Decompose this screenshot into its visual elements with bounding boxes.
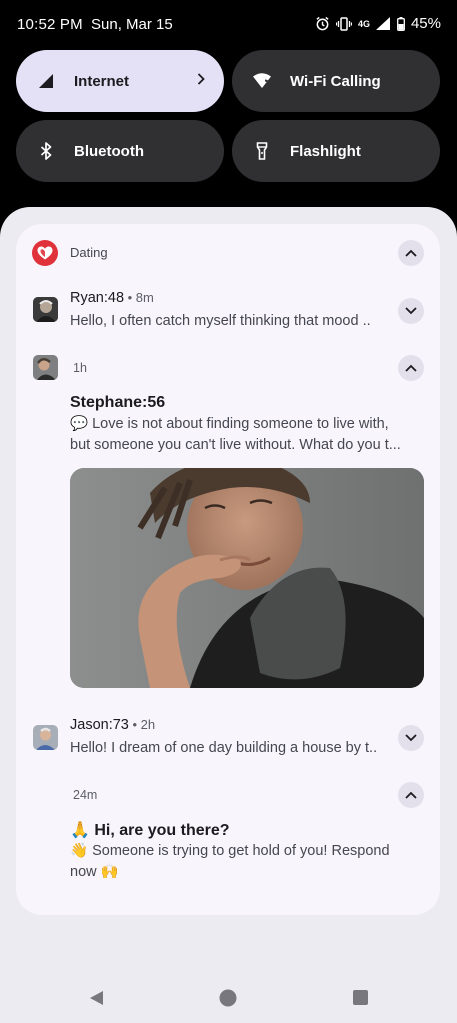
vibrate-icon: [335, 16, 352, 31]
expand-button[interactable]: [398, 725, 424, 751]
sender-stephane: Stephane:56: [70, 394, 166, 411]
wifi-calling-icon: [252, 71, 272, 91]
alert-text: 👋 Someone is trying to get hold of you! …: [70, 843, 390, 880]
date: Sun, Mar 15: [91, 16, 173, 33]
flashlight-icon: [252, 141, 272, 161]
avatar-stephane: [33, 355, 58, 380]
home-icon[interactable]: [219, 989, 237, 1012]
chevron-down-icon: [405, 729, 417, 747]
collapse-button[interactable]: [398, 355, 424, 381]
app-name: Dating: [70, 245, 108, 260]
chevron-up-icon: [405, 786, 417, 804]
message-time: 1h: [73, 361, 87, 375]
navigation-bar: [0, 973, 457, 1023]
message-text: Hello! I dream of one day building a hou…: [70, 740, 378, 756]
chevron-up-icon: [405, 359, 417, 377]
message-time: 8m: [135, 290, 154, 305]
collapse-button[interactable]: [398, 782, 424, 808]
bluetooth-icon: [36, 141, 56, 161]
status-icons: 4G 45%: [315, 15, 441, 32]
signal-icon: [375, 17, 391, 30]
back-icon[interactable]: [87, 989, 105, 1012]
sender-name: Jason:73: [70, 717, 129, 733]
flashlight-label: Flashlight: [290, 142, 361, 160]
chevron-right-icon[interactable]: [196, 72, 206, 91]
internet-label: Internet: [74, 72, 130, 90]
collapse-button[interactable]: [398, 240, 424, 266]
message-text: 💬 Love is not about finding someone to l…: [70, 416, 401, 453]
recents-icon[interactable]: [352, 989, 369, 1011]
chevron-down-icon: [405, 302, 417, 320]
bluetooth-label: Bluetooth: [74, 142, 144, 160]
sender-name: Ryan:48: [70, 290, 125, 306]
bluetooth-tile[interactable]: Bluetooth: [16, 120, 224, 182]
status-bar: 10:52 PM Sun, Mar 15 4G 45%: [0, 0, 457, 50]
wifi-calling-tile[interactable]: Wi-Fi Calling: [232, 50, 440, 112]
flashlight-tile[interactable]: Flashlight: [232, 120, 440, 182]
battery-level: 45%: [410, 15, 441, 32]
alarm-icon: [315, 16, 330, 31]
avatar-ryan: [33, 297, 58, 322]
dating-app-icon: [32, 240, 58, 266]
internet-tile[interactable]: Internet: [16, 50, 224, 112]
expand-button[interactable]: [398, 298, 424, 324]
wifi-calling-label: Wi-Fi Calling: [290, 72, 381, 90]
avatar-jason: [33, 725, 58, 750]
battery-icon: [397, 16, 405, 31]
message-text: Hello, I often catch myself thinking tha…: [70, 313, 371, 329]
message-time: 24m: [73, 788, 98, 802]
signal-icon: [36, 71, 56, 91]
message-time: 2h: [140, 717, 156, 732]
alert-title: 🙏 Hi, are you there?: [70, 822, 230, 839]
profile-photo[interactable]: [70, 468, 424, 688]
network-type-icon: 4G: [357, 18, 370, 29]
sender-jason: Jason:73 • 2h: [70, 717, 156, 733]
chevron-up-icon: [405, 244, 417, 262]
clock: 10:52 PM: [17, 16, 83, 33]
sender-ryan: Ryan:48 • 8m: [70, 290, 154, 306]
